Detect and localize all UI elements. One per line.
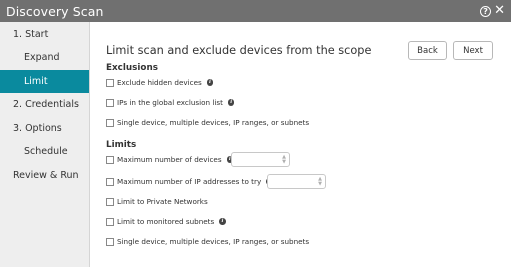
global-exclusion-list-checkbox[interactable] xyxy=(106,98,114,107)
sidebar-item-review-run[interactable]: Review & Run xyxy=(0,164,89,188)
exclude-hidden-devices-option: Exclude hidden devices i xyxy=(106,78,214,87)
sidebar-item-start[interactable]: 1. Start xyxy=(0,22,89,46)
sidebar-item-label: Limit xyxy=(24,75,48,87)
sidebar-item-label: 2. Credentials xyxy=(13,99,79,111)
option-label: Maximum number of IP addresses to try xyxy=(117,177,262,186)
next-button[interactable]: Next xyxy=(453,41,493,60)
option-label: Exclude hidden devices xyxy=(117,78,202,87)
exclude-devices-ranges-checkbox[interactable] xyxy=(106,118,114,127)
sidebar-item-label: 1. Start xyxy=(13,28,49,40)
help-icon[interactable]: ? xyxy=(480,5,492,17)
limit-private-networks-checkbox[interactable] xyxy=(106,197,114,206)
sidebar-item-options[interactable]: 3. Options xyxy=(0,117,89,141)
global-exclusion-list-option: IPs in the global exclusion list i xyxy=(106,98,235,107)
sidebar-item-label: Review & Run xyxy=(13,169,79,181)
page-title: Limit scan and exclude devices from the … xyxy=(106,44,372,57)
limit-monitored-subnets-checkbox[interactable] xyxy=(106,217,114,226)
close-icon[interactable]: ✕ xyxy=(494,4,505,17)
stepper-down-icon[interactable]: ▼ xyxy=(318,182,322,187)
exclude-hidden-devices-checkbox[interactable] xyxy=(106,78,114,87)
max-ip-addresses-stepper[interactable]: ▲ ▼ xyxy=(267,174,326,189)
wizard-sidebar: 1. Start Expand Limit 2. Credentials 3. … xyxy=(0,22,90,267)
sidebar-item-expand[interactable]: Expand xyxy=(0,46,89,70)
info-icon[interactable]: i xyxy=(219,218,226,225)
exclusions-heading: Exclusions xyxy=(106,63,158,73)
stepper-down-icon[interactable]: ▼ xyxy=(282,160,286,165)
max-devices-stepper[interactable]: ▲ ▼ xyxy=(231,152,290,167)
info-icon[interactable]: i xyxy=(227,99,235,106)
limit-devices-ranges-option: Single device, multiple devices, IP rang… xyxy=(106,237,309,246)
max-ip-addresses-checkbox[interactable] xyxy=(106,177,114,186)
window-titlebar: Discovery Scan ? ✕ xyxy=(0,0,511,22)
option-label: Limit to Private Networks xyxy=(117,197,208,206)
window-title: Discovery Scan xyxy=(6,3,104,19)
main-panel: Limit scan and exclude devices from the … xyxy=(90,22,511,267)
limit-devices-ranges-checkbox[interactable] xyxy=(106,237,114,246)
limit-private-networks-option: Limit to Private Networks xyxy=(106,197,208,206)
max-ip-addresses-option: Maximum number of IP addresses to try i xyxy=(106,177,273,186)
option-label: Maximum number of devices xyxy=(117,155,222,164)
option-label: Single device, multiple devices, IP rang… xyxy=(117,237,310,246)
back-button[interactable]: Back xyxy=(408,41,447,60)
titlebar-icons: ? ✕ xyxy=(480,4,505,17)
sidebar-item-credentials[interactable]: 2. Credentials xyxy=(0,93,89,117)
option-label: Limit to monitored subnets xyxy=(117,217,215,226)
stepper-arrows[interactable]: ▲ ▼ xyxy=(282,155,286,165)
max-devices-option: Maximum number of devices i xyxy=(106,155,234,164)
option-label: Single device, multiple devices, IP rang… xyxy=(117,118,310,127)
max-devices-checkbox[interactable] xyxy=(106,155,114,164)
limit-monitored-subnets-option: Limit to monitored subnets i xyxy=(106,217,226,226)
sidebar-item-label: Expand xyxy=(24,52,60,64)
sidebar-item-limit[interactable]: Limit xyxy=(0,69,89,93)
limits-heading: Limits xyxy=(106,140,137,150)
exclude-devices-ranges-option: Single device, multiple devices, IP rang… xyxy=(106,118,309,127)
sidebar-item-label: 3. Options xyxy=(13,122,62,134)
sidebar-item-schedule[interactable]: Schedule xyxy=(0,140,89,164)
info-icon[interactable]: i xyxy=(206,79,214,86)
option-label: IPs in the global exclusion list xyxy=(117,98,223,107)
sidebar-item-label: Schedule xyxy=(24,146,68,158)
stepper-arrows[interactable]: ▲ ▼ xyxy=(318,177,322,187)
